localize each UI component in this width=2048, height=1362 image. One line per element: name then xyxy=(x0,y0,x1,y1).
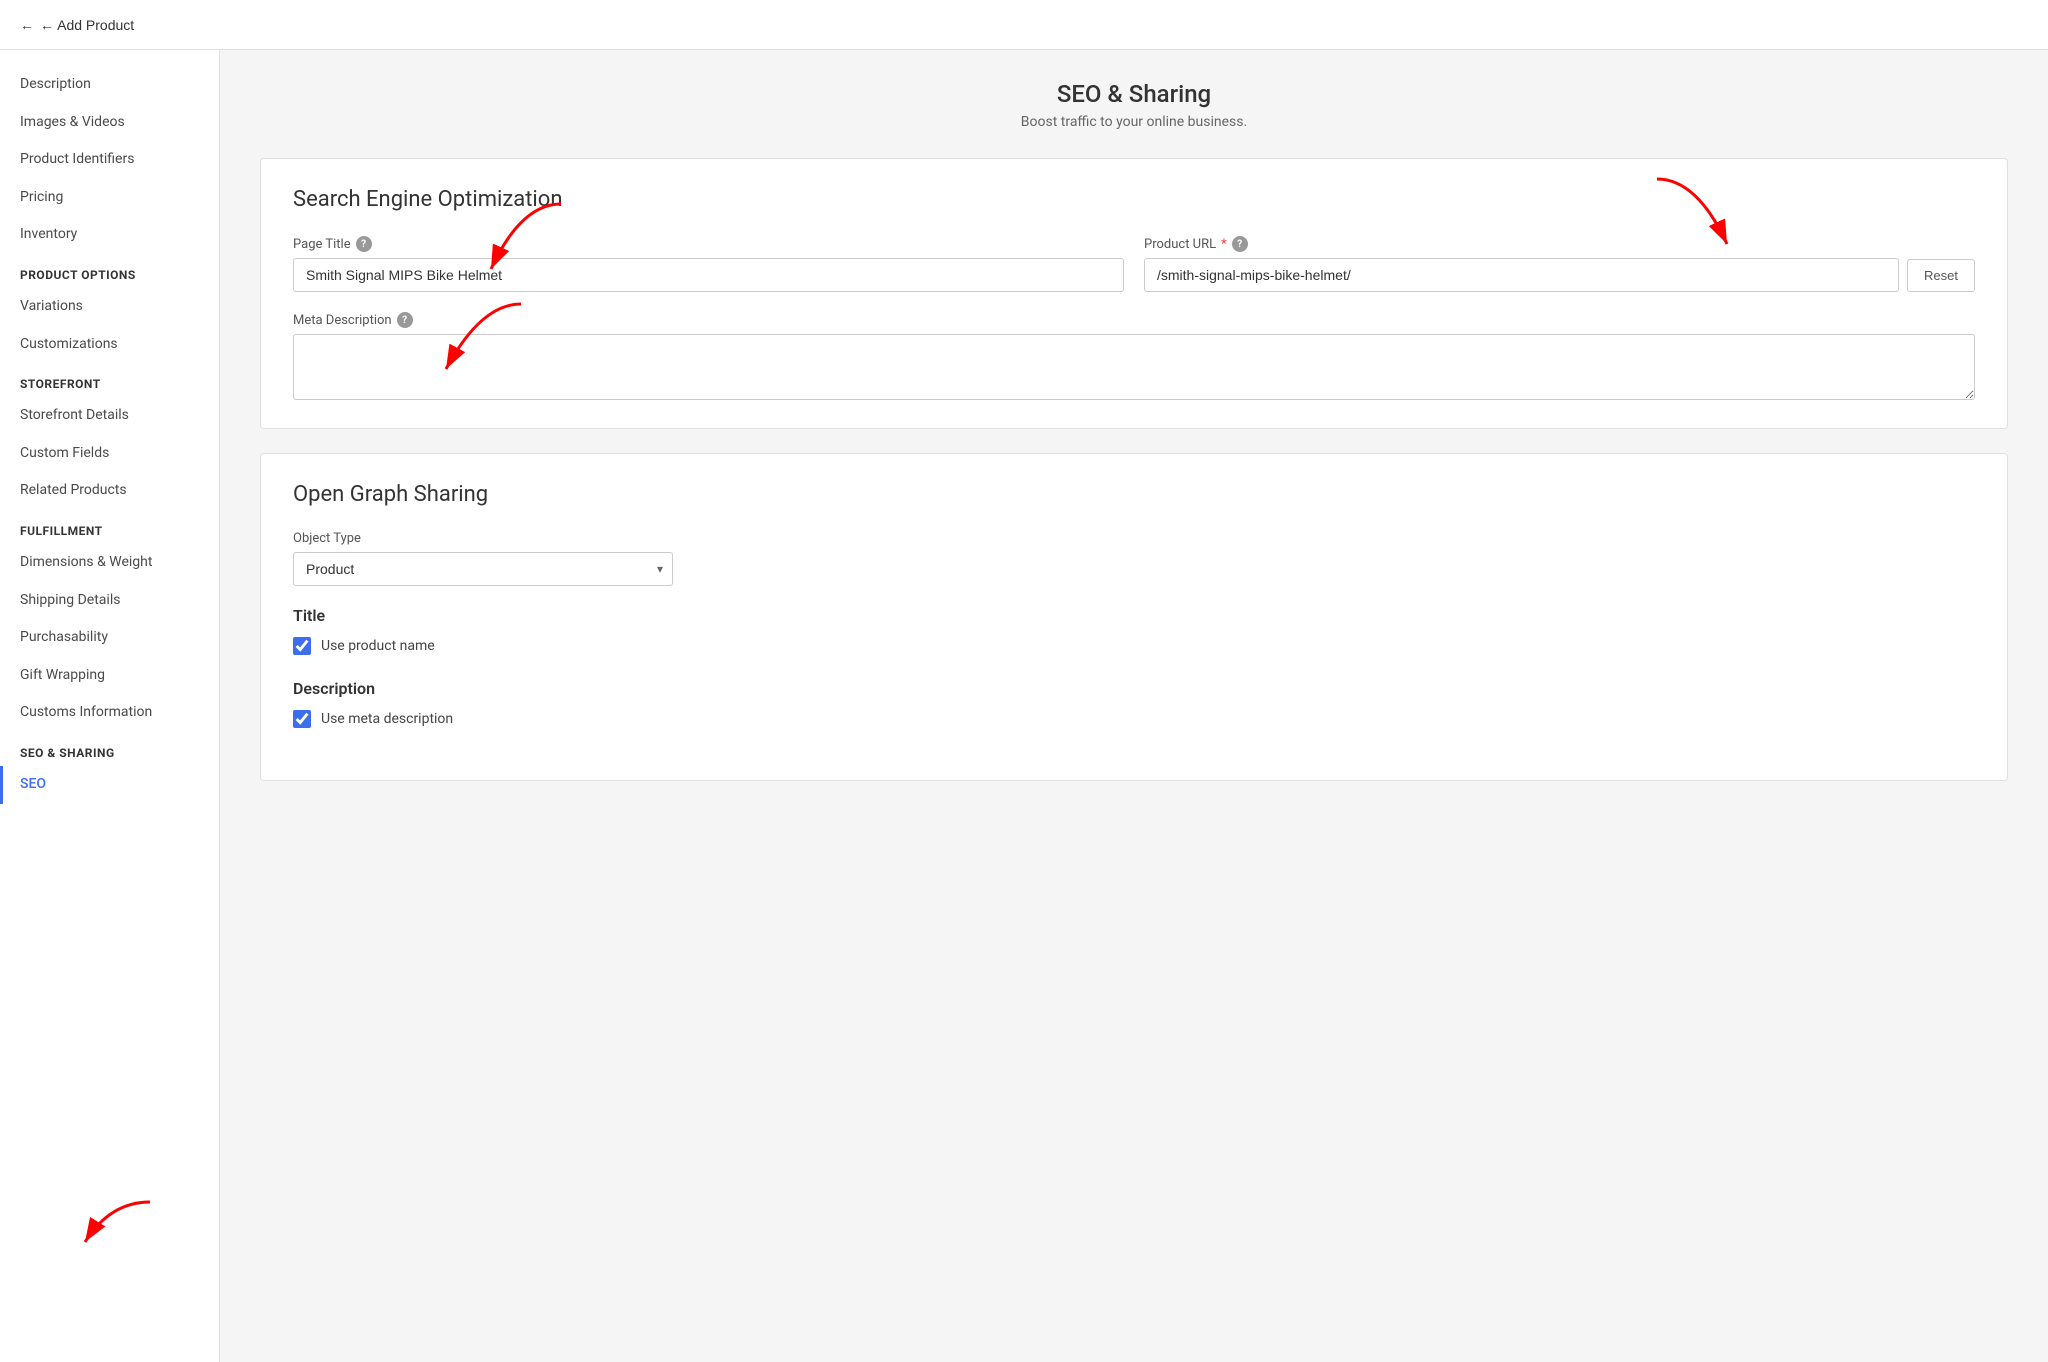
sidebar-section-seo: SEO & SHARING xyxy=(0,732,219,766)
page-title: SEO & Sharing xyxy=(260,80,2008,108)
sidebar-item-description[interactable]: Description xyxy=(0,66,219,104)
sidebar-section-product-options: PRODUCT OPTIONS xyxy=(0,254,219,288)
og-description-heading: Description xyxy=(293,679,1975,698)
og-title-section: Title Use product name xyxy=(293,606,1975,655)
sidebar-item-pricing[interactable]: Pricing xyxy=(0,179,219,217)
og-title-heading: Title xyxy=(293,606,1975,625)
use-meta-description-label[interactable]: Use meta description xyxy=(321,711,453,727)
object-type-select[interactable]: Product Website Article xyxy=(293,552,673,586)
use-product-name-label[interactable]: Use product name xyxy=(321,638,435,654)
sidebar-item-gift-wrapping[interactable]: Gift Wrapping xyxy=(0,657,219,695)
url-input-group: Reset xyxy=(1144,258,1975,292)
page-title-label: Page Title ? xyxy=(293,236,1124,252)
og-description-section: Description Use meta description xyxy=(293,679,1975,728)
page-subtitle: Boost traffic to your online business. xyxy=(260,114,2008,130)
page-title-input[interactable] xyxy=(293,258,1124,292)
sidebar-item-shipping-details[interactable]: Shipping Details xyxy=(0,582,219,620)
sidebar-section-storefront: STOREFRONT xyxy=(0,363,219,397)
object-type-label: Object Type xyxy=(293,531,1975,546)
sidebar-item-purchasability[interactable]: Purchasability xyxy=(0,619,219,657)
product-url-group: Product URL * ? Reset xyxy=(1144,236,1975,292)
product-url-help-icon[interactable]: ? xyxy=(1232,236,1248,252)
meta-description-input[interactable] xyxy=(293,334,1975,400)
sidebar-section-fulfillment: FULFILLMENT xyxy=(0,510,219,544)
sidebar-item-storefront-details[interactable]: Storefront Details xyxy=(0,397,219,435)
sidebar-item-customs-information[interactable]: Customs Information xyxy=(0,694,219,732)
app-header: ← ← Add Product xyxy=(0,0,2048,50)
sidebar-item-related-products[interactable]: Related Products xyxy=(0,472,219,510)
sidebar-item-seo[interactable]: SEO xyxy=(0,766,219,804)
seo-section-title: Search Engine Optimization xyxy=(293,187,1975,212)
seo-card: Search Engine Optimization xyxy=(260,158,2008,429)
sidebar-item-inventory[interactable]: Inventory xyxy=(0,216,219,254)
sidebar-item-dimensions-weight[interactable]: Dimensions & Weight xyxy=(0,544,219,582)
meta-description-group: Meta Description ? xyxy=(293,312,1975,400)
sidebar-item-images-videos[interactable]: Images & Videos xyxy=(0,104,219,142)
main-content: SEO & Sharing Boost traffic to your onli… xyxy=(220,50,2048,1362)
header-title: ← Add Product xyxy=(40,17,134,33)
back-button[interactable]: ← ← Add Product xyxy=(20,17,134,33)
page-title-help-icon[interactable]: ? xyxy=(356,236,372,252)
product-url-label: Product URL * ? xyxy=(1144,236,1975,252)
meta-description-label: Meta Description ? xyxy=(293,312,1975,328)
required-star: * xyxy=(1221,237,1227,252)
object-type-group: Object Type Product Website Article ▾ xyxy=(293,531,1975,586)
seo-title-url-row: Page Title ? Product URL * ? Reset xyxy=(293,236,1975,292)
reset-button[interactable]: Reset xyxy=(1907,259,1975,292)
meta-desc-help-icon[interactable]: ? xyxy=(397,312,413,328)
sidebar-item-customizations[interactable]: Customizations xyxy=(0,326,219,364)
og-section-title: Open Graph Sharing xyxy=(293,482,1975,507)
sidebar-item-custom-fields[interactable]: Custom Fields xyxy=(0,435,219,473)
product-url-input[interactable] xyxy=(1144,258,1899,292)
og-description-checkbox-row: Use meta description xyxy=(293,710,1975,728)
page-title-group: Page Title ? xyxy=(293,236,1124,292)
sidebar-item-variations[interactable]: Variations xyxy=(0,288,219,326)
back-arrow-icon: ← xyxy=(20,17,34,33)
page-header: SEO & Sharing Boost traffic to your onli… xyxy=(260,80,2008,130)
sidebar: Description Images & Videos Product Iden… xyxy=(0,50,220,1362)
sidebar-item-product-identifiers[interactable]: Product Identifiers xyxy=(0,141,219,179)
use-product-name-checkbox[interactable] xyxy=(293,637,311,655)
og-title-checkbox-row: Use product name xyxy=(293,637,1975,655)
object-type-select-wrapper: Product Website Article ▾ xyxy=(293,552,673,586)
use-meta-description-checkbox[interactable] xyxy=(293,710,311,728)
og-card: Open Graph Sharing Object Type Product W… xyxy=(260,453,2008,781)
